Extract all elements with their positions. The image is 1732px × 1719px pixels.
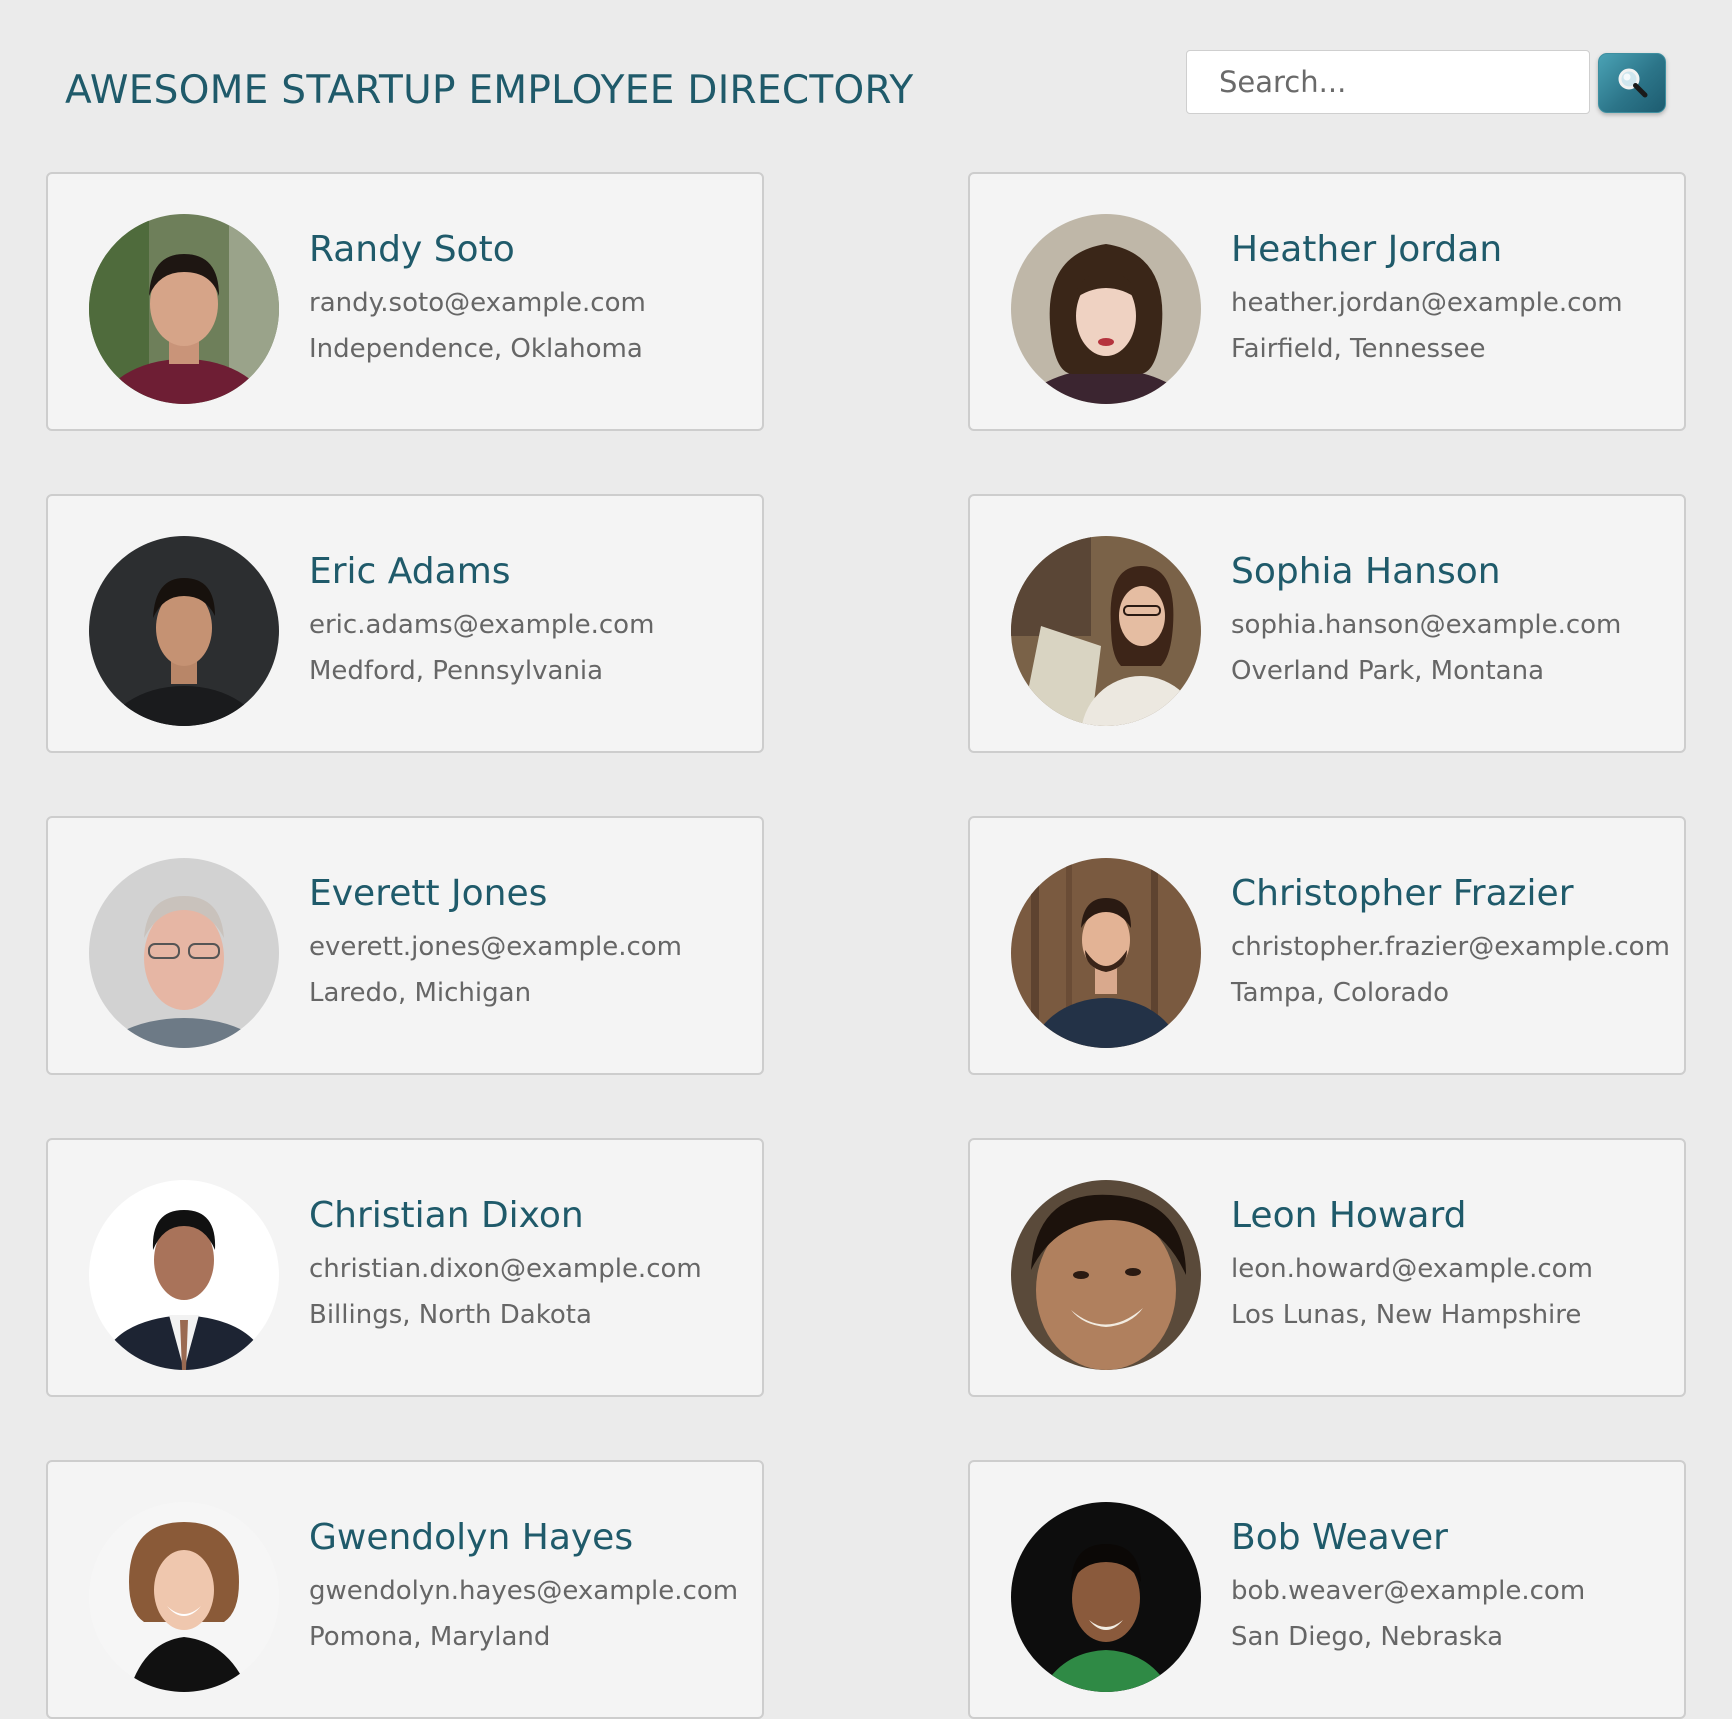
employee-location: Tampa, Colorado (1231, 978, 1450, 1008)
employee-location: Billings, North Dakota (309, 1300, 592, 1330)
avatar-photo (89, 536, 279, 726)
employee-email: heather.jordan@example.com (1231, 288, 1623, 318)
page-title: AWESOME STARTUP EMPLOYEE DIRECTORY (65, 68, 914, 113)
employee-location: San Diego, Nebraska (1231, 1622, 1504, 1652)
magnifier-icon (1618, 68, 1648, 98)
employee-info: Leon Howard leon.howard@example.com Los … (1231, 1195, 1674, 1330)
avatar (89, 1502, 279, 1692)
employee-name: Leon Howard (1231, 1195, 1467, 1236)
employee-card[interactable]: Sophia Hanson sophia.hanson@example.com … (968, 494, 1686, 753)
employee-card[interactable]: Randy Soto randy.soto@example.com Indepe… (46, 172, 764, 431)
search-input[interactable] (1186, 50, 1590, 114)
employee-info: Bob Weaver bob.weaver@example.com San Di… (1231, 1517, 1674, 1652)
avatar (89, 214, 279, 404)
employee-email: christian.dixon@example.com (309, 1254, 702, 1284)
employee-location: Fairfield, Tennessee (1231, 334, 1486, 364)
avatar (89, 1180, 279, 1370)
avatar (1011, 1180, 1201, 1370)
employee-card[interactable]: Everett Jones everett.jones@example.com … (46, 816, 764, 1075)
search-button[interactable] (1598, 53, 1666, 113)
employee-email: bob.weaver@example.com (1231, 1576, 1586, 1606)
employee-name: Heather Jordan (1231, 229, 1503, 270)
employee-card[interactable]: Bob Weaver bob.weaver@example.com San Di… (968, 1460, 1686, 1719)
avatar-photo (1011, 1502, 1201, 1692)
employee-info: Gwendolyn Hayes gwendolyn.hayes@example.… (309, 1517, 752, 1652)
employee-info: Eric Adams eric.adams@example.com Medfor… (309, 551, 752, 686)
employee-email: everett.jones@example.com (309, 932, 683, 962)
employee-email: christopher.frazier@example.com (1231, 932, 1670, 962)
employee-name: Randy Soto (309, 229, 515, 270)
employee-card[interactable]: Gwendolyn Hayes gwendolyn.hayes@example.… (46, 1460, 764, 1719)
employee-card[interactable]: Heather Jordan heather.jordan@example.co… (968, 172, 1686, 431)
employee-name: Bob Weaver (1231, 1517, 1448, 1558)
employee-name: Christopher Frazier (1231, 873, 1574, 914)
avatar-photo (89, 214, 279, 404)
avatar-photo (1011, 1180, 1201, 1370)
avatar-photo (1011, 214, 1201, 404)
employee-card[interactable]: Leon Howard leon.howard@example.com Los … (968, 1138, 1686, 1397)
employee-info: Randy Soto randy.soto@example.com Indepe… (309, 229, 752, 364)
employee-location: Laredo, Michigan (309, 978, 532, 1008)
employee-name: Christian Dixon (309, 1195, 584, 1236)
employee-location: Medford, Pennsylvania (309, 656, 604, 686)
avatar (1011, 214, 1201, 404)
avatar-photo (1011, 536, 1201, 726)
employee-info: Christian Dixon christian.dixon@example.… (309, 1195, 752, 1330)
employee-email: leon.howard@example.com (1231, 1254, 1593, 1284)
employee-card[interactable]: Christian Dixon christian.dixon@example.… (46, 1138, 764, 1397)
employee-email: sophia.hanson@example.com (1231, 610, 1622, 640)
avatar (1011, 858, 1201, 1048)
employee-info: Sophia Hanson sophia.hanson@example.com … (1231, 551, 1674, 686)
employee-info: Heather Jordan heather.jordan@example.co… (1231, 229, 1674, 364)
employee-location: Los Lunas, New Hampshire (1231, 1300, 1582, 1330)
page-header: AWESOME STARTUP EMPLOYEE DIRECTORY (0, 0, 1732, 150)
avatar-photo (89, 1180, 279, 1370)
employee-name: Gwendolyn Hayes (309, 1517, 634, 1558)
employee-email: gwendolyn.hayes@example.com (309, 1576, 739, 1606)
employee-location: Independence, Oklahoma (309, 334, 643, 364)
avatar (1011, 536, 1201, 726)
avatar-photo (89, 858, 279, 1048)
employee-email: randy.soto@example.com (309, 288, 646, 318)
employee-card[interactable]: Christopher Frazier christopher.frazier@… (968, 816, 1686, 1075)
employee-card[interactable]: Eric Adams eric.adams@example.com Medfor… (46, 494, 764, 753)
employee-info: Christopher Frazier christopher.frazier@… (1231, 873, 1674, 1008)
avatar-photo (89, 1502, 279, 1692)
avatar (89, 858, 279, 1048)
employee-location: Overland Park, Montana (1231, 656, 1545, 686)
employee-name: Everett Jones (309, 873, 548, 914)
employee-location: Pomona, Maryland (309, 1622, 551, 1652)
employee-info: Everett Jones everett.jones@example.com … (309, 873, 752, 1008)
employee-name: Eric Adams (309, 551, 511, 592)
employee-name: Sophia Hanson (1231, 551, 1501, 592)
employee-email: eric.adams@example.com (309, 610, 655, 640)
avatar (89, 536, 279, 726)
avatar (1011, 1502, 1201, 1692)
avatar-photo (1011, 858, 1201, 1048)
